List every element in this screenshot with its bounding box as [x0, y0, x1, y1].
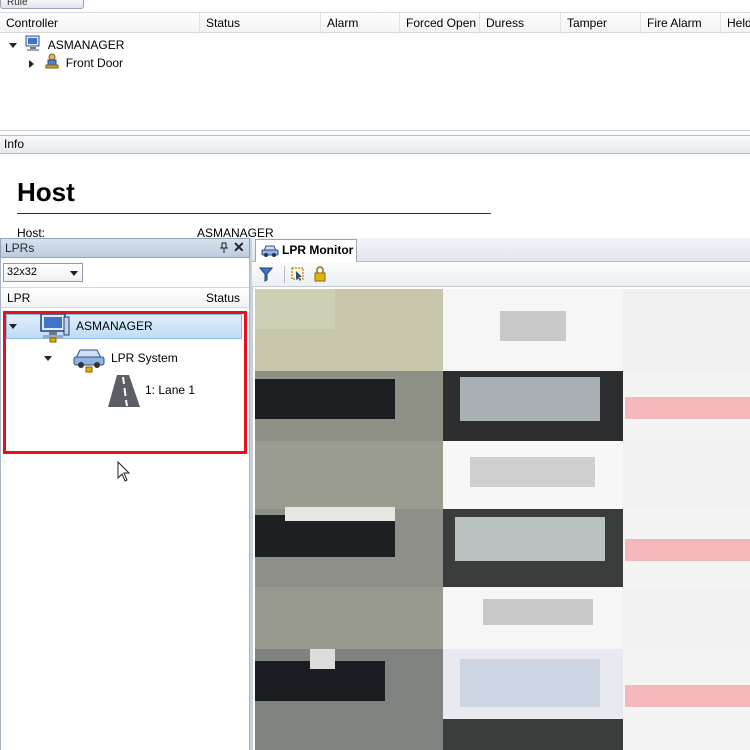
monitor-toolbar — [252, 262, 750, 287]
door-user-icon — [44, 53, 60, 74]
plate-image — [255, 289, 335, 329]
page-title: Host — [17, 177, 75, 207]
controller-row-label: Front Door — [65, 55, 124, 70]
lprs-panel-header: LPRs — [0, 238, 250, 258]
info-bar: Info — [0, 135, 750, 154]
lpr-list-header: LPR Status — [1, 287, 249, 308]
controller-grid-header: Controller Status Alarm Forced Open Dure… — [0, 12, 750, 33]
plate-image — [255, 587, 443, 649]
info-bar-label: Info — [4, 137, 25, 151]
col-status[interactable]: Status — [200, 13, 321, 33]
highlight-annotation — [3, 311, 247, 454]
top-tab[interactable]: Rule — [0, 0, 84, 9]
collapse-arrow-icon[interactable] — [29, 59, 34, 68]
plate-image — [460, 377, 600, 421]
col-lpr[interactable]: LPR — [7, 288, 30, 308]
icon-size-value: 32x32 — [7, 266, 37, 278]
pin-icon[interactable] — [219, 242, 229, 254]
col-forced-open[interactable]: Forced Open — [400, 13, 480, 33]
lpr-image-grid[interactable] — [255, 289, 750, 750]
plate-image — [625, 539, 750, 561]
close-icon[interactable]: ✕ — [233, 240, 245, 254]
col-alarm[interactable]: Alarm — [321, 13, 400, 33]
divider — [0, 130, 750, 131]
plate-image — [483, 599, 593, 625]
plate-image — [255, 379, 395, 419]
plate-image — [625, 685, 750, 707]
icon-size-select[interactable]: 32x32 — [3, 263, 83, 282]
col-held[interactable]: Held — [721, 13, 750, 33]
col-fire-alarm[interactable]: Fire Alarm — [641, 13, 721, 33]
plate-image — [255, 441, 443, 509]
toolbar-separator — [284, 266, 285, 283]
expand-arrow-icon[interactable] — [9, 43, 17, 48]
col-duress[interactable]: Duress — [480, 13, 561, 33]
plate-image — [285, 507, 395, 521]
lprs-panel-title: LPRs — [5, 241, 35, 255]
plate-image — [500, 311, 566, 341]
plate-image — [310, 649, 335, 669]
tab-label: LPR Monitor — [282, 243, 354, 257]
plate-image — [455, 517, 605, 561]
plate-image — [470, 457, 595, 487]
filter-icon[interactable] — [258, 267, 274, 285]
col-controller[interactable]: Controller — [0, 13, 200, 33]
mouse-cursor-icon — [117, 460, 131, 486]
plate-image — [443, 719, 623, 750]
plate-image — [460, 659, 600, 707]
plate-image — [623, 441, 750, 509]
plate-image — [255, 515, 395, 557]
select-icon[interactable] — [291, 267, 305, 285]
plate-image — [623, 587, 750, 649]
controller-row-asmanager[interactable]: ASMANAGER — [9, 35, 124, 53]
plate-image — [623, 289, 750, 371]
col-tamper[interactable]: Tamper — [561, 13, 641, 33]
splitter[interactable] — [250, 238, 253, 750]
tab-lpr-monitor[interactable]: LPR Monitor — [255, 239, 357, 262]
col-lpr-status[interactable]: Status — [206, 288, 240, 308]
chevron-down-icon — [70, 271, 78, 276]
controller-row-front-door[interactable]: Front Door — [29, 53, 123, 71]
plate-image — [625, 397, 750, 419]
controller-row-label: ASMANAGER — [47, 37, 125, 52]
top-tab-label: Rule — [7, 0, 28, 8]
lock-icon[interactable] — [314, 266, 326, 285]
title-rule — [17, 213, 491, 214]
